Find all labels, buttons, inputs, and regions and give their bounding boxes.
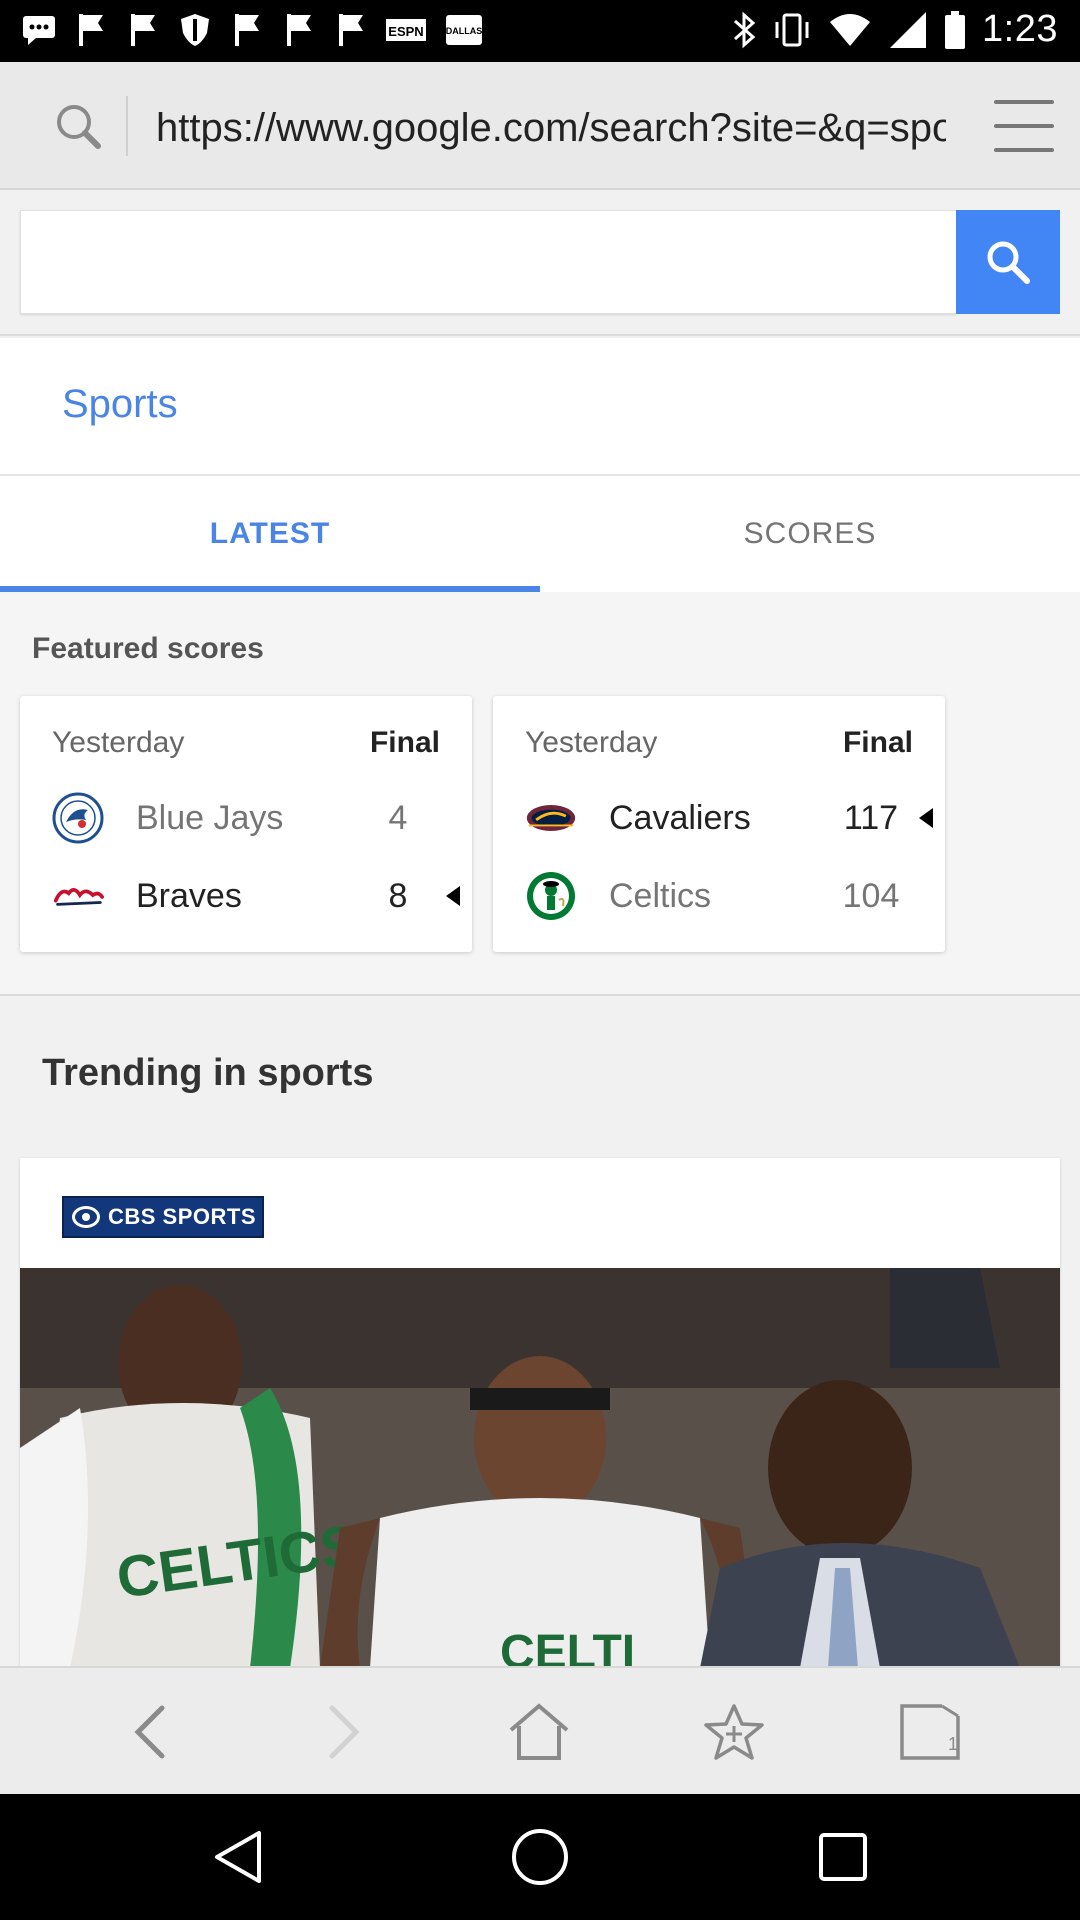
team-name: Cavaliers [609, 799, 751, 837]
home-button[interactable] [499, 1692, 579, 1772]
recents-square-icon [819, 1833, 867, 1881]
svg-text:CELTI: CELTI [500, 1626, 635, 1668]
game-status: Final [369, 726, 440, 759]
tabs: LATEST SCORES [0, 476, 1080, 592]
team-score: 104 [842, 877, 900, 915]
bluetooth-icon [734, 11, 756, 48]
team-score: 8 [388, 877, 408, 915]
tabs-icon: 1 [900, 1703, 961, 1760]
game-date: Yesterday [525, 726, 658, 759]
home-icon [509, 1703, 569, 1760]
sports-header: Sports [0, 338, 1080, 476]
search-row [0, 190, 1080, 336]
tab-latest[interactable]: LATEST [0, 476, 540, 592]
game-status: Final [842, 726, 913, 759]
back-triangle-icon [215, 1831, 261, 1883]
blue-jays-logo-icon [52, 792, 104, 844]
team-row: Celtics 104 [493, 864, 945, 928]
page-title[interactable]: Sports [62, 382, 178, 427]
source-logo-text: CBS SPORTS [108, 1204, 257, 1229]
cbs-sports-logo: CBS SPORTS [62, 1196, 264, 1238]
team-row: Cavaliers 117 [493, 786, 945, 850]
svg-text:ESPN: ESPN [388, 24, 423, 39]
browser-toolbar: 1 [0, 1666, 1080, 1794]
team-score: 117 [843, 799, 899, 837]
team-name: Celtics [609, 877, 712, 915]
battery-icon [945, 10, 966, 49]
notification-icons: ESPN DALLAS [22, 12, 484, 48]
messaging-icon [22, 12, 56, 48]
celtics-logo-icon [525, 870, 577, 922]
braves-logo-icon [52, 870, 104, 922]
tab-scores[interactable]: SCORES [540, 476, 1080, 592]
wifi-icon [830, 13, 871, 46]
score-card[interactable]: Yesterday Final Blue Jays 4 Braves 8 [20, 696, 472, 952]
search-input[interactable] [20, 210, 956, 314]
espn-icon: ESPN [386, 12, 426, 48]
flag-icon [126, 12, 160, 48]
winner-arrow-icon [446, 886, 460, 906]
score-card[interactable]: Yesterday Final Cavaliers 117 Celtics 10… [493, 696, 945, 952]
trending-image[interactable]: CELTICS CELTI [20, 1268, 1060, 1668]
url-field[interactable]: https://www.google.com/search?site=&q=sp… [156, 100, 946, 156]
search-icon [987, 241, 1030, 284]
svg-text:1: 1 [948, 1734, 958, 1754]
forward-button[interactable] [304, 1692, 384, 1772]
shield-icon [178, 12, 212, 48]
system-home-button[interactable] [505, 1822, 575, 1892]
team-name: Braves [136, 877, 242, 915]
trending-title: Trending in sports [42, 1052, 374, 1094]
menu-icon[interactable] [994, 100, 1054, 152]
system-nav-bar [0, 1794, 1080, 1920]
flag-icon [74, 12, 108, 48]
cavaliers-logo-icon [525, 792, 577, 844]
star-icon [704, 1704, 764, 1760]
search-icon[interactable] [50, 98, 106, 154]
tabs-button[interactable]: 1 [890, 1692, 970, 1772]
team-row: Blue Jays 4 [20, 786, 472, 850]
game-date: Yesterday [52, 726, 185, 759]
featured-title: Featured scores [32, 632, 264, 665]
home-circle-icon [512, 1829, 568, 1885]
team-row: Braves 8 [20, 864, 472, 928]
trending-card[interactable]: CBS SPORTS CELTICS CELTI [20, 1158, 1060, 1668]
svg-text:DALLAS: DALLAS [446, 26, 483, 36]
dallas-icon: DALLAS [444, 12, 484, 48]
system-icons: 1:23 [732, 8, 1058, 51]
flag-icon [230, 12, 264, 48]
status-time: 1:23 [982, 8, 1058, 50]
vibrate-icon [775, 13, 809, 46]
team-name: Blue Jays [136, 799, 284, 837]
search-button[interactable] [956, 210, 1060, 314]
flag-icon [334, 12, 368, 48]
bookmark-button[interactable] [694, 1692, 774, 1772]
featured-scores: Featured scores Yesterday Final Blue Jay… [0, 592, 1080, 996]
address-divider [126, 96, 128, 156]
system-recents-button[interactable] [808, 1822, 878, 1892]
signal-icon [890, 11, 927, 48]
address-bar: https://www.google.com/search?site=&q=sp… [0, 62, 1080, 190]
back-button[interactable] [110, 1692, 190, 1772]
team-score: 4 [388, 799, 408, 837]
status-bar: ESPN DALLAS 1:23 [0, 0, 1080, 62]
flag-icon [282, 12, 316, 48]
system-back-button[interactable] [202, 1822, 272, 1892]
cbs-eye-icon [72, 1206, 100, 1228]
chevron-left-icon [134, 1705, 165, 1759]
winner-arrow-icon [919, 808, 933, 828]
chevron-right-icon [329, 1705, 360, 1759]
